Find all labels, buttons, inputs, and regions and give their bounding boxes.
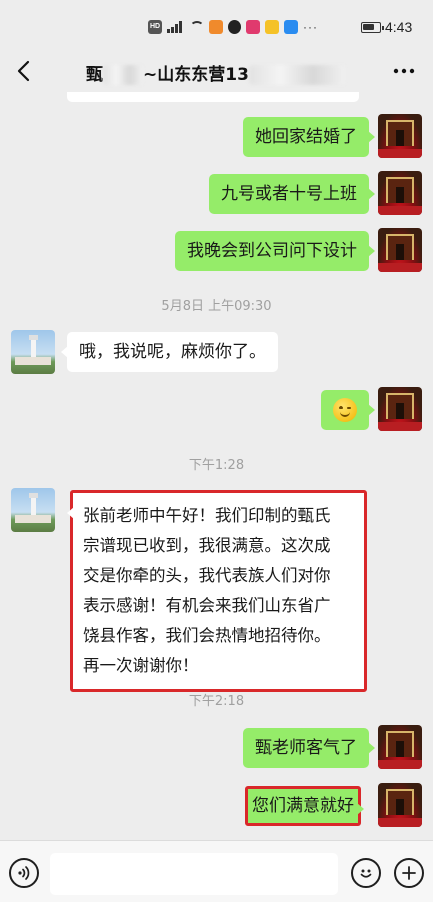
my-avatar[interactable] — [378, 228, 422, 272]
message-text: 哦，我说呢，麻烦你了。 — [79, 342, 266, 362]
message-line: 宗谱现已收到，我很满意。这次成 — [83, 536, 331, 555]
chat-title[interactable]: 甄 ~山东东营13 — [86, 60, 345, 85]
contact-avatar[interactable] — [11, 330, 55, 374]
voice-icon[interactable] — [9, 858, 39, 888]
chat-title-middle: ~山东东营13 — [143, 65, 249, 85]
outgoing-message-bubble[interactable]: 甄老师客气了 — [243, 728, 375, 768]
previous-message-bubble-edge — [67, 92, 359, 102]
message-line: 表示感谢！有机会来我们山东省广 — [83, 596, 331, 615]
my-avatar[interactable] — [378, 171, 422, 215]
my-avatar[interactable] — [378, 725, 422, 769]
status-icons: HD ··· — [148, 19, 318, 35]
message-line: 张前老师中午好！我们印制的甄氏 — [83, 506, 331, 525]
status-bar: HD ··· 4:43 — [0, 0, 433, 52]
outgoing-message-bubble-highlighted[interactable]: 您们满意就好 — [245, 786, 364, 826]
outgoing-message-bubble[interactable]: 我晚会到公司问下设计 — [175, 231, 375, 271]
redacted-phone-block — [248, 65, 345, 85]
outgoing-message-bubble[interactable]: 她回家结婚了 — [243, 117, 375, 157]
hd-icon: HD — [148, 20, 162, 34]
incoming-message-bubble-highlighted[interactable]: 张前老师中午好！我们印制的甄氏 宗谱现已收到，我很满意。这次成 交是你牵的头，我… — [67, 490, 367, 692]
battery-icon — [361, 22, 384, 33]
wifi-icon — [190, 21, 204, 33]
qq-icon — [228, 20, 241, 34]
my-avatar[interactable] — [378, 387, 422, 431]
redacted-name-block — [103, 65, 143, 85]
message-text: 她回家结婚了 — [255, 127, 357, 147]
status-time: 4:43 — [385, 19, 413, 35]
message-line: 饶县作客，我们会热情地招待你。 — [83, 626, 331, 645]
app-notification-icon-2 — [265, 20, 279, 34]
message-timestamp: 5月8日 上午09:30 — [161, 299, 272, 314]
app-notification-icon — [246, 20, 260, 34]
message-text: 我晚会到公司问下设计 — [187, 241, 357, 261]
incoming-message-bubble[interactable]: 哦，我说呢，麻烦你了。 — [61, 332, 278, 372]
video-app-icon — [209, 20, 223, 34]
chat-message-list[interactable]: 她回家结婚了 九号或者十号上班 我晚会到公司问下设计 5月8日 上午09:30 … — [0, 92, 433, 837]
message-input[interactable] — [50, 853, 338, 895]
message-timestamp: 下午2:18 — [188, 694, 245, 709]
chat-title-prefix: 甄 — [86, 65, 103, 85]
app-notification-icon-3 — [284, 20, 298, 34]
message-text: 甄老师客气了 — [255, 738, 357, 758]
my-avatar[interactable] — [378, 114, 422, 158]
message-text: 您们满意就好 — [252, 796, 354, 816]
plus-circle-icon[interactable] — [394, 858, 424, 888]
contact-avatar[interactable] — [11, 488, 55, 532]
message-timestamp: 下午1:28 — [188, 458, 245, 473]
smile-emoji — [333, 398, 357, 422]
message-line: 再一次谢谢你！ — [83, 656, 199, 675]
outgoing-message-bubble[interactable]: 九号或者十号上班 — [209, 174, 375, 214]
emoji-icon[interactable] — [351, 858, 381, 888]
ellipsis-icon[interactable] — [392, 58, 416, 84]
my-avatar[interactable] — [378, 783, 422, 827]
chevron-left-icon[interactable] — [10, 58, 36, 84]
message-text: 九号或者十号上班 — [221, 184, 357, 204]
more-notifications-icon: ··· — [303, 20, 318, 34]
chat-header: 甄 ~山东东营13 — [0, 52, 433, 92]
outgoing-emoji-bubble[interactable] — [321, 390, 375, 430]
signal-icon — [167, 21, 185, 33]
input-bar — [0, 840, 433, 902]
message-line: 交是你牵的头，我代表族人们对你 — [83, 566, 331, 585]
